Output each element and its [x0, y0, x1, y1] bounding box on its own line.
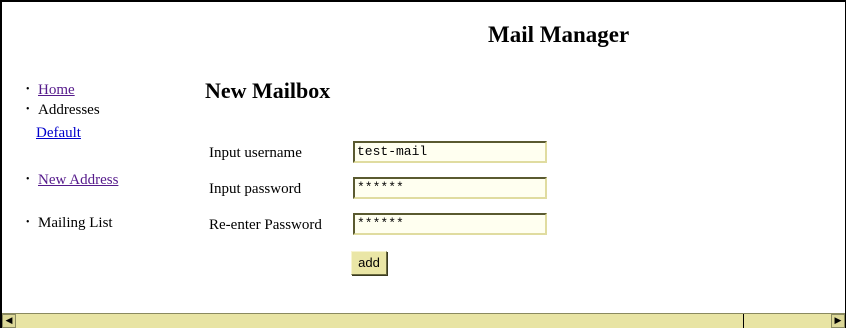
password-label: Input password [209, 181, 302, 197]
nav-link-home[interactable]: Home [38, 82, 75, 98]
bullet-icon: • [26, 104, 30, 115]
password-input[interactable]: ****** [353, 177, 547, 199]
nav-item-new-address[interactable]: • New Address [26, 172, 118, 189]
nav-item-mailing-list: • Mailing List [26, 215, 113, 232]
reenter-password-input[interactable]: ****** [353, 213, 547, 235]
browser-frame: Mail Manager • Home • Addresses Default • N… [0, 0, 846, 328]
nav-label-mailing-list: Mailing List [38, 215, 113, 231]
nav-item-addresses: • Addresses [26, 102, 100, 119]
scroll-right-arrow-icon[interactable]: ▶ [831, 314, 845, 328]
add-button[interactable]: add [351, 251, 387, 275]
nav-label-addresses: Addresses [38, 102, 100, 118]
bullet-icon: • [26, 217, 30, 228]
bullet-icon: • [26, 84, 30, 95]
nav-item-home[interactable]: • Home [26, 82, 75, 99]
reenter-password-label: Re-enter Password [209, 217, 322, 233]
horizontal-scrollbar[interactable]: ◀ ▶ [2, 313, 845, 328]
nav-link-default[interactable]: Default [36, 125, 81, 141]
scroll-left-arrow-icon[interactable]: ◀ [2, 314, 16, 328]
scrollbar-thumb[interactable] [16, 314, 744, 328]
nav-link-new-address[interactable]: New Address [38, 172, 118, 188]
username-input[interactable]: test-mail [353, 141, 547, 163]
form-title: New Mailbox [205, 78, 331, 103]
bullet-icon: • [26, 174, 30, 185]
username-label: Input username [209, 145, 302, 161]
nav-item-default[interactable]: Default [36, 125, 81, 142]
app-title: Mail Manager [488, 22, 630, 47]
